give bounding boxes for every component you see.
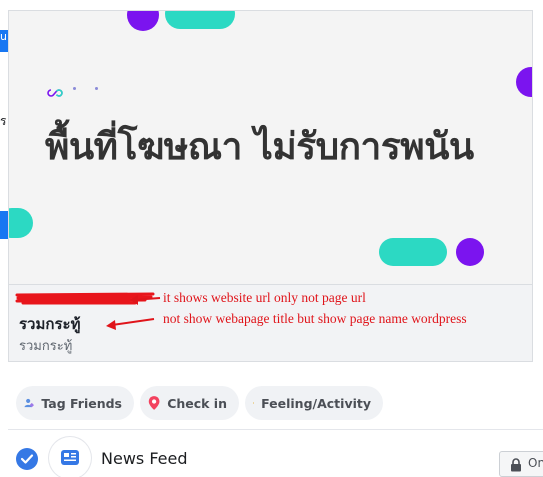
brand-logo-icon (47, 83, 63, 97)
news-feed-icon (61, 450, 79, 465)
preview-title: รวมกระทู้ (19, 315, 81, 333)
logo-dot (95, 87, 98, 90)
tag-friends-icon (24, 398, 34, 408)
annotation-title-note: not show webapage title but show page na… (163, 311, 467, 326)
sidebar-button-label: u (0, 30, 7, 43)
decor-teal-pill (379, 238, 447, 266)
smiley-icon (253, 402, 255, 404)
decor-teal-pill (165, 11, 235, 29)
privacy-label: On (528, 456, 543, 470)
decor-purple-circle (516, 67, 532, 97)
check-in-button[interactable]: Check in (140, 386, 239, 420)
feeling-activity-label: Feeling/Activity (261, 395, 371, 411)
check-in-label: Check in (167, 395, 227, 411)
share-composer: u ร พื้นที่โฆษณา ไม่รับการพนัน รวมกระทู้… (0, 0, 543, 477)
news-feed-icon-wrap (49, 437, 91, 477)
privacy-selector-button[interactable]: On (499, 451, 543, 477)
tag-friends-label: Tag Friends (41, 395, 122, 411)
preview-banner-image: พื้นที่โฆษณา ไม่รับการพนัน (9, 11, 532, 284)
decor-purple-circle (127, 11, 159, 31)
annotation-arrow (106, 318, 155, 330)
lock-icon (511, 458, 521, 472)
sidebar-button-fragment[interactable]: u (0, 30, 8, 52)
location-pin-icon (148, 396, 160, 410)
link-preview-card[interactable]: พื้นที่โฆษณา ไม่รับการพนัน รวมกระทู้ รวม… (8, 10, 533, 362)
sidebar-text-fragment: ร (0, 114, 7, 128)
section-divider (8, 429, 543, 430)
sidebar-button-fragment-2[interactable] (0, 211, 8, 239)
checkmark-icon (20, 454, 34, 464)
tag-friends-button[interactable]: Tag Friends (16, 386, 134, 420)
annotation-url-note: it shows website url only not page url (163, 290, 366, 305)
decor-teal-pill (9, 208, 33, 238)
news-feed-label: News Feed (101, 449, 188, 468)
news-feed-checkbox[interactable] (16, 448, 38, 470)
decor-purple-circle (456, 238, 484, 266)
annotation-arrow (130, 295, 161, 305)
preview-description: รวมกระทู้ (19, 339, 73, 354)
feeling-activity-button[interactable]: Feeling/Activity (245, 386, 383, 420)
banner-headline: พื้นที่โฆษณา ไม่รับการพนัน (45, 125, 474, 168)
logo-dot (73, 87, 76, 90)
